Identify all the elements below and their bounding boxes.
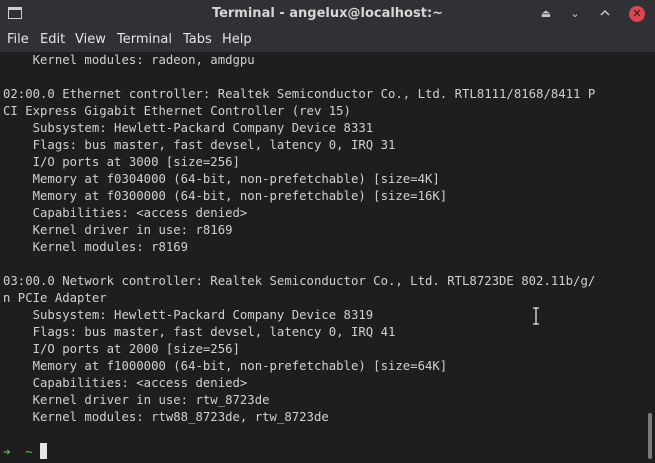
- terminal-line: CI Express Gigabit Ethernet Controller (…: [3, 104, 351, 118]
- title-bar[interactable]: Terminal - angelux@localhost:~ ⏏ ⌄ ✕: [0, 0, 655, 28]
- prompt-arrow-icon: ➜: [3, 445, 11, 459]
- terminal-line: Memory at f0304000 (64-bit, non-prefetch…: [3, 172, 440, 186]
- terminal-line: Capabilities: <access denied>: [3, 206, 248, 220]
- window-title: Terminal - angelux@localhost:~: [211, 6, 444, 21]
- terminal-line: Kernel modules: rtw88_8723de, rtw_8723de: [3, 410, 329, 424]
- menu-file[interactable]: File: [7, 28, 29, 52]
- maximize-icon[interactable]: [596, 5, 614, 23]
- terminal-line: Flags: bus master, fast devsel, latency …: [3, 325, 396, 339]
- ibeam-cursor-icon: [533, 307, 539, 325]
- prompt-directory: ~: [25, 445, 33, 459]
- terminal-line: Memory at f1000000 (64-bit, non-prefetch…: [3, 359, 448, 373]
- menu-terminal[interactable]: Terminal: [117, 28, 172, 52]
- terminal-line: Subsystem: Hewlett-Packard Company Devic…: [3, 121, 374, 135]
- terminal-line: n PCIe Adapter: [3, 291, 107, 305]
- menu-help[interactable]: Help: [222, 28, 252, 52]
- terminal-line: Memory at f0300000 (64-bit, non-prefetch…: [3, 189, 448, 203]
- command-prompt[interactable]: ➜ ~: [3, 443, 48, 460]
- terminal-line: Subsystem: Hewlett-Packard Company Devic…: [3, 308, 374, 322]
- terminal-line: Kernel modules: r8169: [3, 240, 189, 254]
- terminal-line: I/O ports at 3000 [size=256]: [3, 155, 240, 169]
- close-icon[interactable]: ✕: [629, 6, 645, 22]
- restore-icon[interactable]: ⌄: [566, 5, 584, 23]
- hide-icon[interactable]: ⏏: [537, 5, 555, 23]
- terminal-output[interactable]: Kernel modules: radeon, amdgpu 02:00.0 E…: [0, 52, 645, 463]
- terminal-line: 03:00.0 Network controller: Realtek Semi…: [3, 274, 596, 288]
- menu-view[interactable]: View: [75, 28, 106, 52]
- menu-edit[interactable]: Edit: [40, 28, 65, 52]
- scrollbar-thumb[interactable]: [648, 413, 652, 459]
- menu-bar: File Edit View Terminal Tabs Help: [0, 28, 655, 52]
- menu-tabs[interactable]: Tabs: [183, 28, 212, 52]
- terminal-line: Capabilities: <access denied>: [3, 376, 248, 390]
- terminal-line: Flags: bus master, fast devsel, latency …: [3, 138, 396, 152]
- terminal-line: I/O ports at 2000 [size=256]: [3, 342, 240, 356]
- terminal-line: Kernel modules: radeon, amdgpu: [3, 53, 255, 67]
- vertical-scrollbar[interactable]: [645, 52, 655, 463]
- terminal-line: 02:00.0 Ethernet controller: Realtek Sem…: [3, 87, 596, 101]
- terminal-line: Kernel driver in use: rtw_8723de: [3, 393, 270, 407]
- text-cursor: [40, 443, 48, 459]
- terminal-line: Kernel driver in use: r8169: [3, 223, 233, 237]
